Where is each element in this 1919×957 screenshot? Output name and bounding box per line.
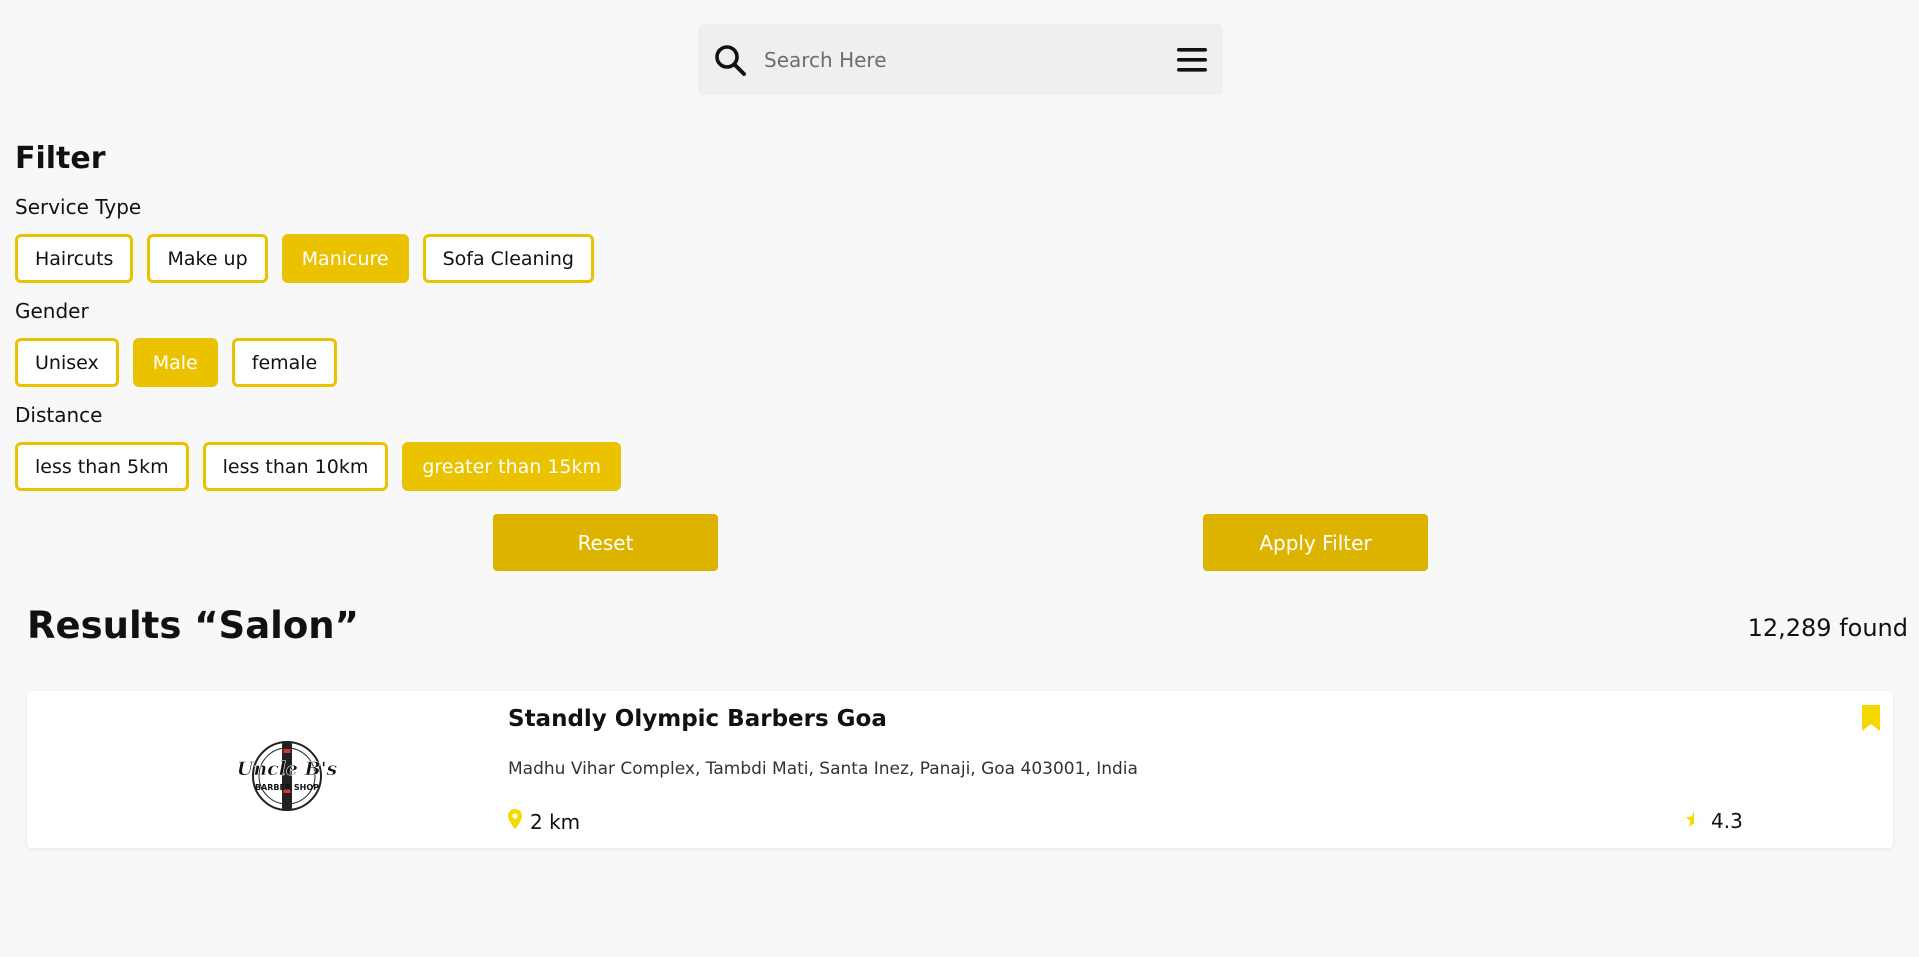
chip-less-than-10km[interactable]: less than 10km [202,442,389,491]
service-type-label: Service Type [15,195,142,219]
apply-filter-button[interactable]: Apply Filter [1203,514,1428,571]
results-title: Results “Salon” [27,604,359,647]
star-icon [1685,809,1703,833]
chip-sofa-cleaning[interactable]: Sofa Cleaning [422,234,594,283]
chip-make-up[interactable]: Make up [147,234,268,283]
salon-rating: 4.3 [1685,809,1743,833]
chip-female[interactable]: female [231,338,338,387]
search-icon[interactable] [712,42,748,78]
chip-unisex[interactable]: Unisex [15,338,119,387]
svg-text:BARBER SHOP: BARBER SHOP [255,783,319,792]
chip-greater-than-15km[interactable]: greater than 15km [402,442,622,491]
gender-label: Gender [15,299,89,323]
chip-male[interactable]: Male [132,338,218,387]
bookmark-icon[interactable] [1861,705,1881,735]
chip-haircuts[interactable]: Haircuts [15,234,134,283]
results-count: 12,289 found [1747,614,1908,642]
location-pin-icon [508,809,522,834]
distance-label: Distance [15,403,103,427]
search-input[interactable] [764,39,1175,80]
result-card[interactable]: Uncle B's BARBER SHOP Standly Olympic Ba… [27,691,1893,848]
svg-text:Uncle B's: Uncle B's [237,758,338,780]
salon-distance: 2 km [508,809,580,834]
chip-manicure[interactable]: Manicure [281,234,409,283]
gender-options: Unisex Male female [15,338,338,387]
salon-logo: Uncle B's BARBER SHOP [212,731,362,821]
rating-value: 4.3 [1711,809,1743,833]
reset-button[interactable]: Reset [493,514,718,571]
search-bar [698,24,1223,95]
salon-name[interactable]: Standly Olympic Barbers Goa [508,706,887,732]
distance-options: less than 5km less than 10km greater tha… [15,442,622,491]
salon-address: Madhu Vihar Complex, Tambdi Mati, Santa … [508,759,1138,779]
service-type-options: Haircuts Make up Manicure Sofa Cleaning [15,234,594,283]
filter-title: Filter [15,141,106,176]
chip-less-than-5km[interactable]: less than 5km [15,442,189,491]
distance-value: 2 km [530,809,581,834]
menu-icon[interactable] [1175,43,1209,77]
